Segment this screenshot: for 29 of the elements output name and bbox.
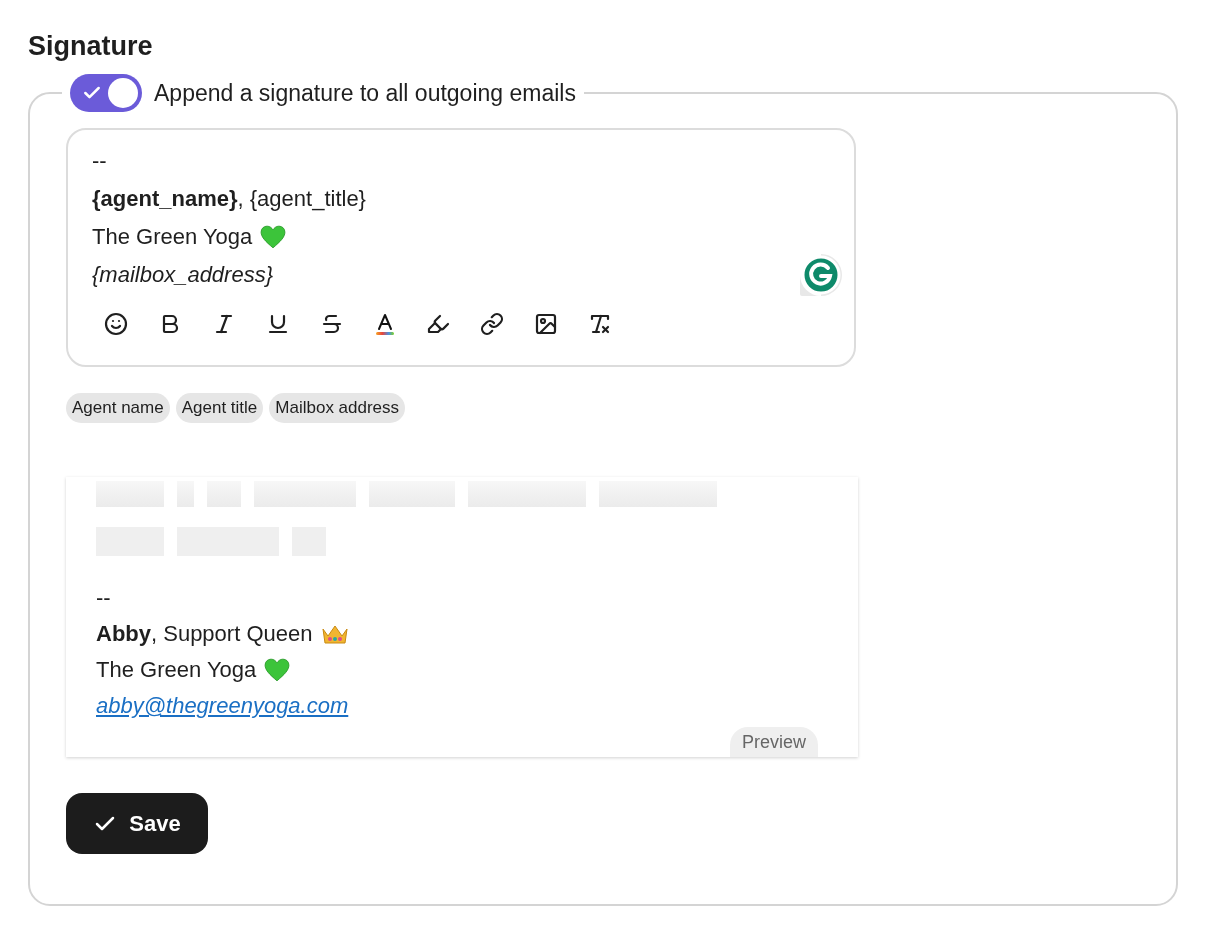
signature-line: {mailbox_address} bbox=[92, 262, 273, 287]
strikethrough-icon[interactable] bbox=[320, 312, 344, 336]
emoji-icon[interactable] bbox=[104, 312, 128, 336]
heart-icon bbox=[260, 225, 287, 249]
signature-line: The Green Yoga bbox=[92, 223, 253, 251]
toggle-switch[interactable] bbox=[70, 74, 142, 112]
toggle-label: Append a signature to all outgoing emails bbox=[154, 78, 576, 108]
clear-formatting-icon[interactable] bbox=[588, 312, 612, 336]
signature-line: Abby, Support Queen bbox=[96, 620, 313, 648]
signature-editor[interactable]: -- {agent_name}, {agent_title} The Green Yoga {mailbox_address} bbox=[66, 128, 856, 367]
underline-icon[interactable] bbox=[266, 312, 290, 336]
heart-icon bbox=[264, 658, 291, 682]
signature-line: -- bbox=[92, 148, 107, 173]
preview-tag: Preview bbox=[729, 727, 818, 757]
image-icon[interactable] bbox=[534, 312, 558, 336]
section-title: Signature bbox=[28, 30, 154, 63]
link-icon[interactable] bbox=[480, 312, 504, 336]
signature-line: {agent_name}, {agent_title} bbox=[92, 186, 366, 211]
signature-line: -- bbox=[96, 585, 111, 610]
variable-chip[interactable]: Agent title bbox=[175, 393, 264, 423]
grammar-assistant-icon[interactable] bbox=[798, 252, 844, 298]
save-button[interactable]: Save bbox=[66, 793, 208, 854]
toggle-knob bbox=[108, 78, 138, 108]
variable-chip[interactable]: Mailbox address bbox=[269, 393, 406, 423]
email-link[interactable]: abby@thegreenyoga.com bbox=[96, 693, 349, 718]
signature-line: The Green Yoga bbox=[96, 656, 257, 684]
text-color-icon[interactable] bbox=[374, 312, 396, 336]
variable-chip[interactable]: Agent name bbox=[66, 393, 170, 423]
highlighter-icon[interactable] bbox=[426, 312, 450, 336]
